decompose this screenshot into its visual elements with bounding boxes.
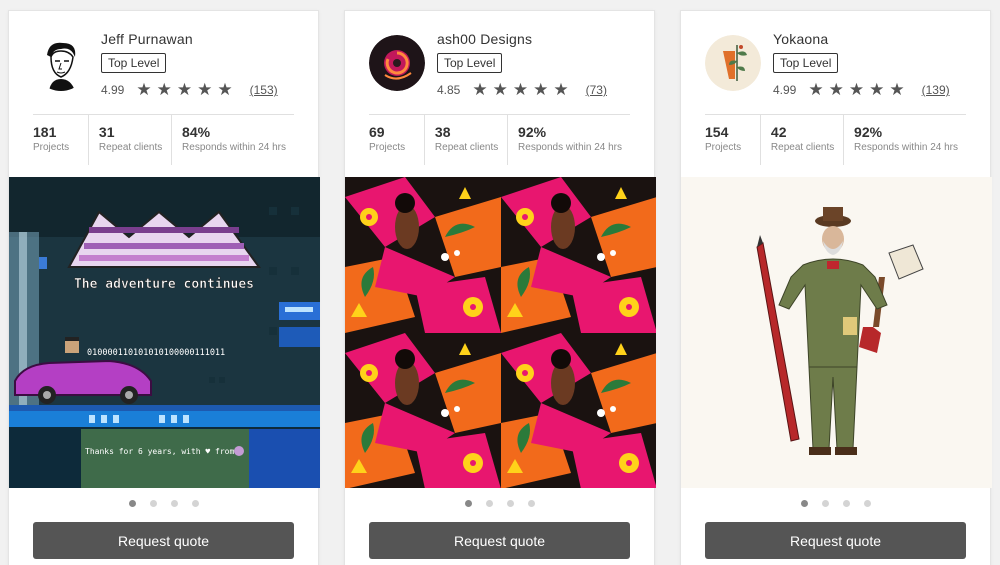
top-level-badge: Top Level <box>773 53 839 73</box>
carousel-dot[interactable] <box>842 500 850 507</box>
star-icon: ★ <box>197 80 213 99</box>
rating-row: 4.99 ★ ★ ★ ★ ★ (139) <box>773 81 950 99</box>
carousel-dot[interactable] <box>485 500 493 507</box>
stats-row: 69 Projects 38 Repeat clients 92% Respon… <box>369 115 630 165</box>
top-level-badge: Top Level <box>437 53 503 73</box>
portfolio-image-illustration[interactable] <box>681 177 992 488</box>
designer-name[interactable]: ash00 Designs <box>437 31 532 47</box>
stat-value: 84% <box>182 124 211 140</box>
binary-text: 010000110101010100000111011 <box>87 348 225 358</box>
carousel-dot[interactable] <box>506 500 514 507</box>
stat-label: Projects <box>705 142 742 153</box>
request-quote-button[interactable]: Request quote <box>705 522 966 559</box>
stat-label: Responds within 24 hrs <box>854 142 958 153</box>
stat-response-rate: 92% Responds within 24 hrs <box>507 115 630 165</box>
carousel-dot[interactable] <box>527 500 535 507</box>
card-header: Jeff Purnawan Top Level 4.99 ★ ★ ★ ★ ★ (… <box>9 11 318 177</box>
stat-value: 154 <box>705 124 729 140</box>
carousel-dot[interactable] <box>863 500 871 507</box>
portfolio-image-pixel-art[interactable]: The adventure continues 0100001101010101… <box>9 177 320 488</box>
stats-row: 154 Projects 42 Repeat clients 92% Respo… <box>705 115 966 165</box>
stat-repeat-clients: 42 Repeat clients <box>759 115 843 165</box>
stat-repeat-clients: 38 Repeat clients <box>423 115 507 165</box>
stat-repeat-clients: 31 Repeat clients <box>87 115 171 165</box>
review-count-link[interactable]: (73) <box>586 83 607 97</box>
card-header: Yokaona Top Level 4.99 ★ ★ ★ ★ ★ (139) 1… <box>681 11 990 177</box>
rating-value: 4.99 <box>773 83 797 97</box>
star-icon: ★ <box>156 80 172 99</box>
star-icon: ★ <box>176 80 193 99</box>
top-level-badge: Top Level <box>101 53 167 73</box>
star-icon: ★ <box>136 80 152 99</box>
star-icon: ★ <box>889 80 905 99</box>
stat-value: 92% <box>854 124 883 140</box>
designer-card-ash00: ash00 Designs Top Level 4.85 ★ ★ ★ ★ ★ (… <box>344 10 656 565</box>
star-icon: ★ <box>512 80 529 99</box>
star-icon: ★ <box>492 80 508 99</box>
avatar[interactable] <box>705 35 761 91</box>
star-rating: ★ ★ ★ ★ ★ <box>808 81 909 99</box>
stat-value: 92% <box>518 124 547 140</box>
carousel-dot[interactable] <box>128 500 136 507</box>
star-icon: ★ <box>848 80 865 99</box>
stat-value: 42 <box>770 124 787 140</box>
stat-projects: 181 Projects <box>33 115 88 165</box>
stat-projects: 154 Projects <box>705 115 760 165</box>
carousel-dot[interactable] <box>821 500 829 507</box>
star-icon: ★ <box>217 80 233 99</box>
rating-row: 4.99 ★ ★ ★ ★ ★ (153) <box>101 81 278 99</box>
designer-card-jeff: Jeff Purnawan Top Level 4.99 ★ ★ ★ ★ ★ (… <box>8 10 320 565</box>
stat-label: Projects <box>369 142 406 153</box>
stat-label: Responds within 24 hrs <box>518 142 622 153</box>
designer-name[interactable]: Yokaona <box>773 31 828 47</box>
carousel-dot[interactable] <box>170 500 178 507</box>
card-header: ash00 Designs Top Level 4.85 ★ ★ ★ ★ ★ (… <box>345 11 654 177</box>
carousel-dots <box>9 500 318 507</box>
star-icon: ★ <box>869 80 885 99</box>
stat-value: 181 <box>33 124 57 140</box>
carousel-dot[interactable] <box>149 500 157 507</box>
designer-name[interactable]: Jeff Purnawan <box>101 31 193 47</box>
thanks-text: Thanks for 6 years, with ♥ from <box>85 447 234 456</box>
avatar-plant-icon <box>705 35 761 91</box>
rating-value: 4.99 <box>101 83 125 97</box>
portfolio-image-pattern[interactable] <box>345 177 656 488</box>
request-quote-button[interactable]: Request quote <box>33 522 294 559</box>
star-rating: ★ ★ ★ ★ ★ <box>136 81 237 99</box>
rating-value: 4.85 <box>437 83 461 97</box>
stat-label: Responds within 24 hrs <box>182 142 286 153</box>
avatar-portrait-icon <box>33 35 89 91</box>
pixel-art-subtitle: The adventure continues <box>74 277 254 292</box>
stat-label: Projects <box>33 142 70 153</box>
carousel-dots <box>345 500 654 507</box>
review-count-link[interactable]: (153) <box>250 83 278 97</box>
rating-row: 4.85 ★ ★ ★ ★ ★ (73) <box>437 81 607 99</box>
star-icon: ★ <box>808 80 824 99</box>
star-rating: ★ ★ ★ ★ ★ <box>472 81 573 99</box>
star-icon: ★ <box>828 80 844 99</box>
stat-label: Repeat clients <box>434 142 499 153</box>
star-icon: ★ <box>553 80 569 99</box>
stat-response-rate: 92% Responds within 24 hrs <box>843 115 966 165</box>
carousel-dot[interactable] <box>191 500 199 507</box>
carousel-dot[interactable] <box>464 500 472 507</box>
stat-projects: 69 Projects <box>369 115 424 165</box>
stat-label: Repeat clients <box>98 142 163 153</box>
stat-value: 38 <box>434 124 451 140</box>
star-icon: ★ <box>472 80 488 99</box>
carousel-dots <box>681 500 990 507</box>
carousel-dot[interactable] <box>800 500 808 507</box>
avatar[interactable] <box>369 35 425 91</box>
request-quote-button[interactable]: Request quote <box>369 522 630 559</box>
review-count-link[interactable]: (139) <box>922 83 950 97</box>
avatar[interactable] <box>33 35 89 91</box>
designer-card-yokaona: Yokaona Top Level 4.99 ★ ★ ★ ★ ★ (139) 1… <box>680 10 992 565</box>
star-icon: ★ <box>533 80 549 99</box>
avatar-logo-icon <box>369 35 425 91</box>
stat-response-rate: 84% Responds within 24 hrs <box>171 115 294 165</box>
stats-row: 181 Projects 31 Repeat clients 84% Respo… <box>33 115 294 165</box>
stat-value: 31 <box>98 124 115 140</box>
stat-value: 69 <box>369 124 385 140</box>
stat-label: Repeat clients <box>770 142 835 153</box>
